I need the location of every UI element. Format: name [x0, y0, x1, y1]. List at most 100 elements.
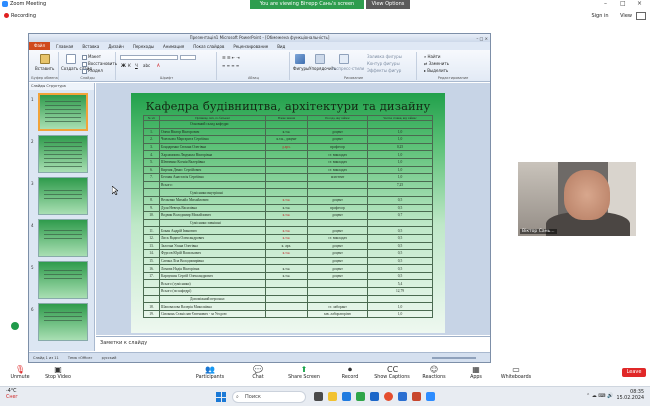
- paste-button[interactable]: Вставить: [35, 66, 54, 71]
- cam-person-face: [564, 170, 610, 220]
- tab-insert[interactable]: Вставка: [82, 44, 99, 49]
- table-row: 2. Чмельова Маргарита Сергіївна к.т.н., до…: [143, 135, 433, 144]
- zoom-taskbar-icon[interactable]: [426, 392, 435, 401]
- chat-button[interactable]: 💬 Chat: [238, 366, 278, 381]
- italic-icon[interactable]: К: [128, 63, 131, 68]
- file-tab[interactable]: Файл: [29, 42, 51, 50]
- record-button[interactable]: ⏺ Record: [330, 366, 370, 381]
- clock[interactable]: 08:35 15.02.2024: [617, 390, 644, 402]
- cell-rate: 0,5: [367, 195, 433, 205]
- task-view-icon[interactable]: [314, 392, 323, 401]
- tab-review[interactable]: Рецензирование: [233, 44, 268, 49]
- tab-home[interactable]: Главная: [56, 44, 73, 49]
- system-tray-icons[interactable]: ⌃ ☁ ⌨ 🔊: [586, 393, 613, 399]
- taskbar-search[interactable]: ⌕ Поиск: [232, 391, 306, 403]
- maximize-icon[interactable]: □: [620, 0, 626, 7]
- weather-widget[interactable]: -4°C Снег: [6, 389, 18, 401]
- recording-indicator[interactable]: Recording: [4, 13, 36, 19]
- font-size-select[interactable]: [180, 55, 196, 60]
- replace-button[interactable]: ⇄ Заменить: [424, 61, 449, 66]
- word-icon[interactable]: [398, 392, 407, 401]
- select-button[interactable]: ▸ Выделить: [424, 68, 448, 73]
- tab-animation[interactable]: Анимация: [163, 44, 184, 49]
- fill-button[interactable]: Заливка фигуры: [367, 54, 402, 59]
- reset-button[interactable]: Восстановить: [82, 61, 117, 67]
- whiteboards-button[interactable]: ▭ Whiteboards: [494, 366, 538, 381]
- outline-button[interactable]: Контур фигуры: [367, 61, 400, 66]
- cell-name: Сагина Ліза Володимирівна: [159, 256, 266, 266]
- font-family-select[interactable]: [120, 55, 178, 60]
- view-button[interactable]: View: [620, 13, 632, 19]
- layout-button[interactable]: Макет: [82, 54, 101, 60]
- chrome-icon[interactable]: [384, 392, 393, 401]
- captions-icon: CC: [387, 365, 399, 374]
- windows-start-icon[interactable]: [216, 392, 226, 402]
- cell-number: 7.: [143, 173, 160, 182]
- quick-styles-button[interactable]: Экспресс-стили: [331, 66, 364, 71]
- store-icon[interactable]: [356, 392, 365, 401]
- unmute-button[interactable]: 🎙 Unmute: [0, 366, 40, 381]
- group-font: Ж К Ч abc А Шрифт: [117, 52, 217, 80]
- annotate-icon[interactable]: [11, 322, 19, 330]
- powerpoint-window: Презентація1 Microsoft PowerPoint - [Обм…: [28, 33, 491, 363]
- stop-video-button[interactable]: ▣ Stop Video: [38, 366, 78, 381]
- cell-title: к.т.н., доцент: [265, 135, 308, 144]
- apps-button[interactable]: ▦ Apps: [456, 366, 496, 381]
- align-icon[interactable]: ≡ ≡ ≡ ≡: [222, 63, 239, 68]
- notes-pane[interactable]: Заметки к слайду: [96, 336, 490, 351]
- zoom-app-icon: [2, 1, 8, 7]
- reactions-button[interactable]: ☺ Reactions: [414, 366, 454, 381]
- slide-thumbnail-2[interactable]: [38, 135, 88, 173]
- signin-link[interactable]: Sign in: [591, 13, 608, 19]
- tab-design[interactable]: Дизайн: [108, 44, 124, 49]
- table-row: Всього (по кафедрі) 12,79: [143, 287, 433, 296]
- mail-icon[interactable]: [370, 392, 379, 401]
- slides-panel-tabs[interactable]: Слайды Структура: [29, 83, 94, 90]
- leave-button[interactable]: Leave: [622, 368, 646, 377]
- fullscreen-icon[interactable]: [636, 12, 646, 20]
- slide-thumbnail-5[interactable]: [38, 261, 88, 299]
- cell-number: [143, 287, 160, 296]
- cell-name: Харлампова Людмила Вікторівна: [159, 150, 266, 159]
- ppt-window-buttons[interactable]: – □ ×: [476, 35, 488, 43]
- webcam-video[interactable]: Віктор Сань...: [518, 162, 636, 236]
- cell-rate: 0,5: [367, 256, 433, 266]
- cell-number: 15.: [143, 256, 160, 266]
- edge-icon[interactable]: [342, 392, 351, 401]
- cell-rate: [367, 120, 433, 129]
- file-explorer-icon[interactable]: [328, 392, 337, 401]
- tab-transitions[interactable]: Переходы: [133, 44, 154, 49]
- captions-button[interactable]: CC Show Captions: [370, 365, 414, 381]
- effects-button[interactable]: Эффекты фигур: [367, 68, 401, 73]
- slide-thumbnail-1[interactable]: [38, 93, 88, 131]
- bold-icon[interactable]: Ж: [121, 63, 126, 68]
- slide-thumbnail-4[interactable]: [38, 219, 88, 257]
- cell-number: [143, 180, 160, 190]
- view-options-button[interactable]: View Options: [366, 0, 410, 9]
- participants-button[interactable]: 👥 Participants: [190, 366, 230, 381]
- minimize-icon[interactable]: –: [604, 0, 607, 7]
- zoom-slider[interactable]: [432, 357, 476, 359]
- cell-rate: 1,0: [367, 173, 433, 182]
- slide-thumbnail-3[interactable]: [38, 177, 88, 215]
- tab-slideshow[interactable]: Показ слайдов: [193, 44, 224, 49]
- strikethrough-icon[interactable]: abc: [143, 63, 150, 68]
- section-button[interactable]: Раздел: [82, 68, 103, 74]
- slide-number: 6: [31, 307, 34, 312]
- cell-position: [307, 287, 368, 296]
- tab-view[interactable]: Вид: [277, 44, 285, 49]
- arrange-icon: [315, 54, 325, 64]
- find-button[interactable]: ⌕ Найти: [424, 54, 441, 59]
- slide-thumbnail-6[interactable]: [38, 303, 88, 341]
- powerpoint-icon[interactable]: [412, 392, 421, 401]
- close-icon[interactable]: ×: [637, 0, 642, 7]
- underline-icon[interactable]: Ч: [135, 63, 138, 68]
- current-slide[interactable]: Кафедра будівництва, архітектури та диза…: [131, 93, 445, 333]
- cell-position: доцент: [307, 195, 368, 205]
- shapes-button[interactable]: Фигуры: [293, 66, 309, 71]
- bullets-icon[interactable]: ☰ ☰ ⇤ ⇥: [222, 55, 240, 60]
- share-screen-button[interactable]: ⬆ Share Screen: [284, 366, 324, 381]
- font-color-icon[interactable]: А: [157, 63, 160, 68]
- cell-title: [265, 279, 308, 289]
- cell-name: Карпушин Сергій Олександрович: [159, 271, 266, 281]
